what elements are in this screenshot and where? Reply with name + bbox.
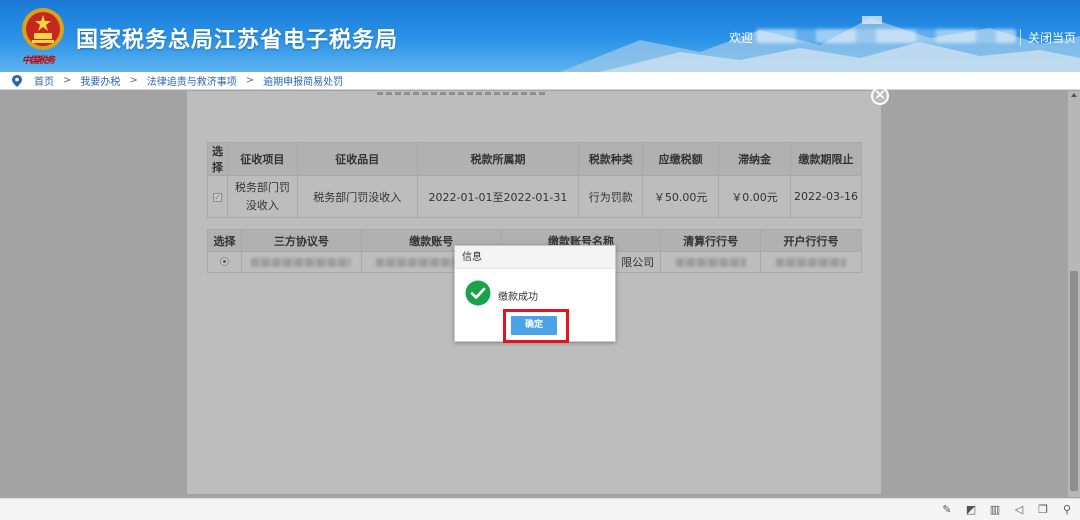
cell-late-fee: ￥0.00元 <box>718 175 792 218</box>
table-header-row: 选择 征收项目 征收品目 税款所属期 税款种类 应缴税额 滞纳金 缴款期限止 <box>207 142 862 176</box>
bottom-toolbar: ✎ ◩ ▥ ◁ ❐ ⚲ <box>0 498 1080 520</box>
close-page-link[interactable]: 关闭当页 <box>1020 29 1076 46</box>
dialog-message: 缴款成功 <box>498 292 538 303</box>
site-title: 国家税务总局江苏省电子税务局 <box>76 28 399 53</box>
screenshot-icon[interactable]: ◩ <box>964 503 978 517</box>
close-icon[interactable]: × <box>871 87 889 105</box>
check-circle-icon <box>465 280 491 306</box>
dialog-title: 信息 <box>455 246 615 269</box>
col-type: 税款种类 <box>578 142 644 176</box>
highlight-annotation-box <box>503 309 569 343</box>
pin-icon[interactable]: ✎ <box>940 503 954 517</box>
col-deadline: 缴款期限止 <box>790 142 862 176</box>
breadcrumb-legal-remedy[interactable]: 法律追责与救济事项 <box>147 73 237 88</box>
site-header: 中国税务 国家税务总局江苏省电子税务局 欢迎 关闭当页 <box>0 0 1080 72</box>
table-row: ✓ 税务部门罚没收入 税务部门罚没收入 2022-01-01至2022-01-3… <box>207 175 862 218</box>
col-period: 税款所属期 <box>416 142 580 176</box>
breadcrumb-home[interactable]: 首页 <box>34 73 54 88</box>
opening-bank-redacted <box>776 258 847 267</box>
col-clearing-bank: 清算行行号 <box>660 229 762 252</box>
breadcrumb-tax-service[interactable]: 我要办税 <box>80 73 120 88</box>
window-icon[interactable]: ❐ <box>1036 503 1050 517</box>
modal-top-text-fragment <box>187 91 881 97</box>
breadcrumb-separator: > <box>245 75 255 86</box>
volume-icon[interactable]: ◁ <box>1012 503 1026 517</box>
tax-logo-caption: 中国税务 <box>22 56 55 66</box>
location-pin-icon <box>12 74 22 87</box>
col-item: 征收项目 <box>226 142 298 176</box>
cell-item: 税务部门罚没收入 <box>226 175 298 218</box>
col-late-fee: 滞纳金 <box>718 142 792 176</box>
col-select: 选择 <box>207 142 228 176</box>
breadcrumb-separator: > <box>129 75 138 86</box>
col-agreement-no: 三方协议号 <box>240 229 362 252</box>
cell-deadline: 2022-03-16 <box>790 175 862 218</box>
scrollbar[interactable] <box>1068 91 1080 497</box>
clearing-bank-redacted <box>675 258 746 267</box>
breadcrumb: 首页 > 我要办税 > 法律追责与救济事项 > 逾期申报简易处罚 <box>0 72 1080 90</box>
zoom-icon[interactable]: ⚲ <box>1060 503 1074 517</box>
col-amount: 应缴税额 <box>642 142 720 176</box>
tax-item-table: 选择 征收项目 征收品目 税款所属期 税款种类 应缴税额 滞纳金 缴款期限止 ✓… <box>207 142 862 218</box>
account-name-suffix: 限公司 <box>621 256 655 269</box>
cell-subitem: 税务部门罚没收入 <box>296 175 418 218</box>
breadcrumb-separator: > <box>63 75 72 86</box>
account-radio[interactable] <box>219 256 229 266</box>
scroll-up-arrow-icon[interactable] <box>1071 93 1077 97</box>
agreement-no-redacted <box>251 258 352 267</box>
col-select: 选择 <box>207 229 242 252</box>
col-opening-bank: 开户行行号 <box>760 229 862 252</box>
col-subitem: 征收品目 <box>296 142 418 176</box>
national-emblem-icon <box>22 8 64 50</box>
cell-amount: ￥50.00元 <box>642 175 720 218</box>
trash-icon[interactable]: ▥ <box>988 503 1002 517</box>
welcome-text: 欢迎 <box>729 31 754 45</box>
scroll-thumb[interactable] <box>1070 271 1078 491</box>
user-info-redacted <box>756 29 1016 43</box>
breadcrumb-current[interactable]: 逾期申报简易处罚 <box>263 73 343 88</box>
row-checkbox[interactable]: ✓ <box>212 193 222 202</box>
cell-period: 2022-01-01至2022-01-31 <box>416 175 580 218</box>
cell-type: 行为罚款 <box>578 175 644 218</box>
